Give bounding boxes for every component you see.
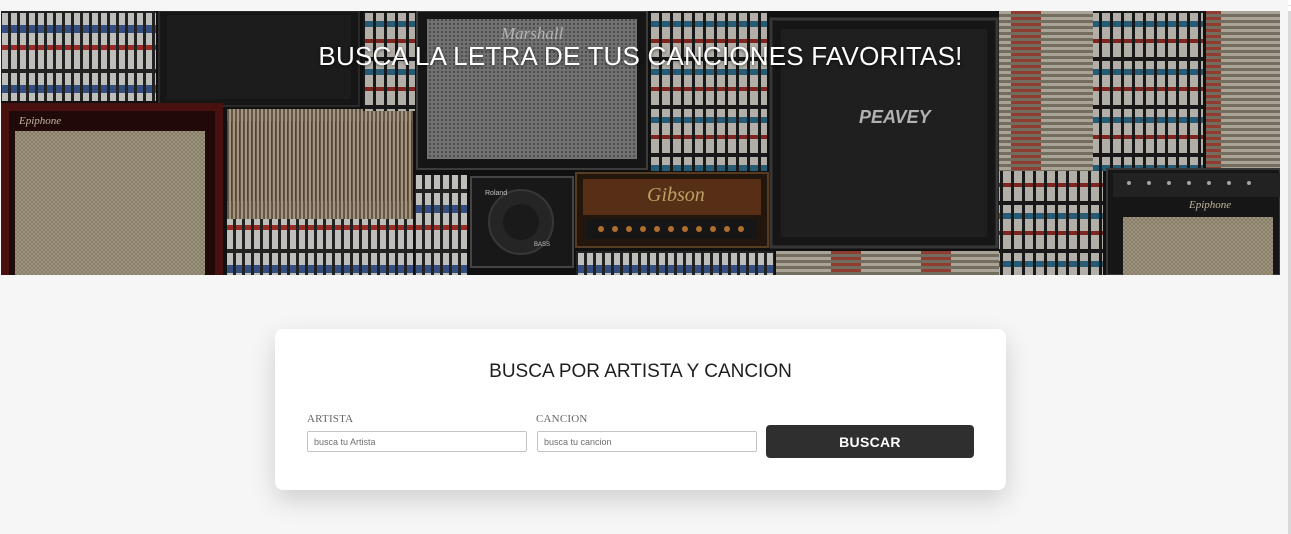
search-card-title: BUSCA POR ARTISTA Y CANCION (489, 361, 792, 382)
song-label: CANCION (536, 413, 588, 425)
artist-label: ARTISTA (307, 413, 354, 425)
search-card: BUSCA POR ARTISTA Y CANCION ARTISTA CANC… (275, 329, 1006, 490)
song-input[interactable] (537, 431, 757, 452)
hero-banner: Epiphone Marshall PEAVEY Roland BASS Gib… (1, 11, 1280, 275)
artist-input[interactable] (307, 431, 527, 452)
page-title: BUSCA LA LETRA DE TUS CANCIONES FAVORITA… (318, 41, 963, 71)
search-button[interactable]: BUSCAR (766, 425, 974, 458)
